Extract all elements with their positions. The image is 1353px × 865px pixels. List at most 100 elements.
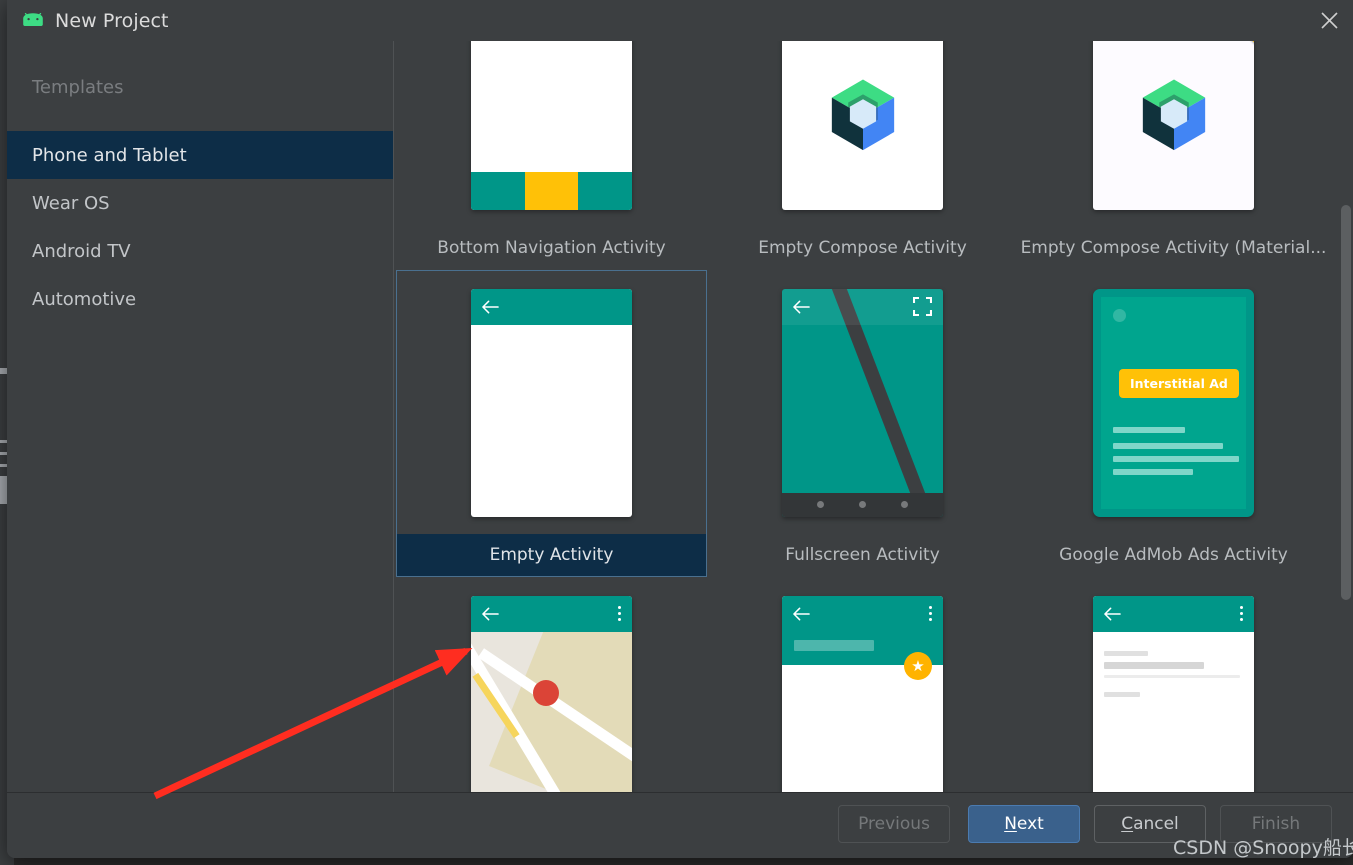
phone-appbar — [471, 288, 632, 325]
next-button[interactable]: Next — [968, 805, 1080, 843]
template-tile-label: Bottom Navigation Activity — [437, 238, 666, 258]
phone-appbar — [1093, 595, 1254, 632]
sidebar-heading: Templates — [32, 77, 124, 98]
sidebar-item-label: Automotive — [32, 288, 137, 310]
back-arrow-icon — [482, 300, 499, 313]
template-tile-map-activity[interactable] — [396, 577, 707, 792]
template-thumbnail: ★ — [708, 578, 1017, 792]
phone-appbar — [782, 288, 943, 325]
overflow-menu-icon — [618, 606, 621, 621]
phone-appbar — [471, 595, 632, 632]
template-thumbnail — [397, 41, 706, 227]
new-project-dialog: New Project Templates Phone and Tablet W… — [7, 0, 1353, 858]
placeholder-line — [1104, 661, 1204, 669]
compose-logo-area — [1093, 41, 1254, 210]
template-thumbnail — [708, 41, 1017, 227]
back-arrow-icon — [1104, 607, 1121, 620]
admob-avatar-dot — [1113, 308, 1126, 322]
map-pin-icon — [533, 679, 559, 706]
placeholder-line — [1113, 455, 1239, 462]
phone-mock-compose-material3: PREVIEW — [1093, 41, 1254, 210]
template-tile-label: Empty Compose Activity (Material... — [1020, 238, 1327, 258]
phone-mock-bottom-navigation — [471, 41, 632, 210]
expand-fullscreen-icon — [913, 297, 932, 316]
phone-mock-primary-detail: ★ — [782, 595, 943, 792]
template-tile-list-detail-activity[interactable] — [1018, 577, 1329, 792]
bottom-nav-item-active — [524, 171, 579, 210]
list-placeholder-lines — [1104, 650, 1240, 703]
previous-button-label: Previous — [858, 814, 930, 834]
template-tile-label: Google AdMob Ads Activity — [1059, 545, 1288, 565]
template-tile-bottom-navigation-activity[interactable]: Bottom Navigation Activity — [396, 41, 707, 270]
map-preview — [471, 631, 632, 792]
templates-scrollbar-track[interactable] — [1339, 82, 1353, 726]
phone-mock-empty — [471, 288, 632, 517]
previous-button[interactable]: Previous — [838, 805, 950, 843]
finish-button-label: Finish — [1251, 814, 1301, 834]
finish-button[interactable]: Finish — [1220, 805, 1332, 843]
close-icon[interactable] — [1306, 0, 1353, 41]
back-arrow-icon — [482, 607, 499, 620]
admob-placeholder-lines — [1113, 426, 1239, 482]
next-button-label: Next — [1004, 814, 1044, 834]
dialog-footer: Previous Next Cancel Finish — [7, 792, 1353, 858]
phone-navigation-bar — [782, 492, 943, 517]
template-thumbnail — [1019, 578, 1328, 792]
nav-dot — [817, 501, 825, 508]
phone-mock-compose — [782, 41, 943, 210]
phone-mock-fullscreen — [782, 288, 943, 517]
placeholder-line — [1104, 650, 1148, 656]
templates-scrollbar-thumb[interactable] — [1341, 205, 1351, 600]
cancel-button[interactable]: Cancel — [1094, 805, 1206, 843]
phone-mock-map — [471, 595, 632, 792]
overflow-menu-icon — [1240, 606, 1243, 621]
template-thumbnail — [397, 578, 706, 792]
sidebar-item-label: Phone and Tablet — [32, 144, 187, 166]
bottom-nav-item — [578, 171, 632, 210]
android-robot-icon — [20, 8, 46, 34]
template-tile-empty-compose-activity[interactable]: Empty Compose Activity — [707, 41, 1018, 270]
placeholder-line — [1113, 442, 1223, 449]
template-tile-empty-compose-activity-material3[interactable]: PREVIEW Empty Compose Activity — [1018, 41, 1329, 270]
phone-mock-admob: Interstitial Ad — [1093, 288, 1254, 517]
sidebar-item-label: Wear OS — [32, 192, 110, 214]
placeholder-line — [1113, 426, 1185, 433]
template-tile-fullscreen-activity[interactable]: Fullscreen Activity — [707, 270, 1018, 577]
template-tile-label: Empty Activity — [397, 534, 706, 576]
back-arrow-icon — [793, 607, 810, 620]
placeholder-line — [1104, 674, 1240, 678]
overflow-menu-icon — [929, 606, 932, 621]
templates-sidebar: Templates Phone and Tablet Wear OS Andro… — [7, 41, 393, 858]
sidebar-item-wear-os[interactable]: Wear OS — [7, 179, 393, 227]
sidebar-item-phone-and-tablet[interactable]: Phone and Tablet — [7, 131, 393, 179]
nav-dot — [858, 501, 866, 508]
placeholder-line — [1113, 468, 1193, 475]
sidebar-item-label: Android TV — [32, 240, 131, 262]
dialog-titlebar: New Project — [7, 0, 1353, 41]
jetpack-compose-icon — [1142, 79, 1205, 150]
template-thumbnail: Interstitial Ad — [1019, 271, 1328, 534]
interstitial-ad-button: Interstitial Ad — [1119, 368, 1239, 398]
template-thumbnail — [397, 271, 706, 534]
templates-grid-panel: Bottom Navigation Activity Empty Compose… — [394, 41, 1353, 792]
sidebar-item-automotive[interactable]: Automotive — [7, 275, 393, 323]
template-tile-label: Empty Compose Activity — [758, 238, 967, 258]
phone-mock-list-detail — [1093, 595, 1254, 792]
nav-dot — [900, 501, 908, 508]
template-tile-empty-activity[interactable]: Empty Activity — [396, 270, 707, 577]
template-thumbnail — [708, 271, 1017, 534]
compose-logo-area — [782, 41, 943, 210]
sidebar-item-android-tv[interactable]: Android TV — [7, 227, 393, 275]
bottom-navigation-bar — [471, 171, 632, 210]
star-fab-icon: ★ — [904, 651, 932, 680]
template-tile-google-admob-ads-activity[interactable]: Interstitial Ad Google AdMob Ads Activit… — [1018, 270, 1329, 577]
dialog-title: New Project — [55, 9, 169, 32]
placeholder-line — [794, 639, 874, 651]
templates-grid: Bottom Navigation Activity Empty Compose… — [394, 41, 1353, 792]
phone-appbar — [782, 595, 943, 632]
template-tile-primary-detail-activity[interactable]: ★ — [707, 577, 1018, 792]
back-arrow-icon — [793, 300, 810, 313]
bottom-nav-item — [471, 171, 525, 210]
cancel-button-label: Cancel — [1121, 814, 1179, 834]
placeholder-line — [1104, 691, 1140, 697]
